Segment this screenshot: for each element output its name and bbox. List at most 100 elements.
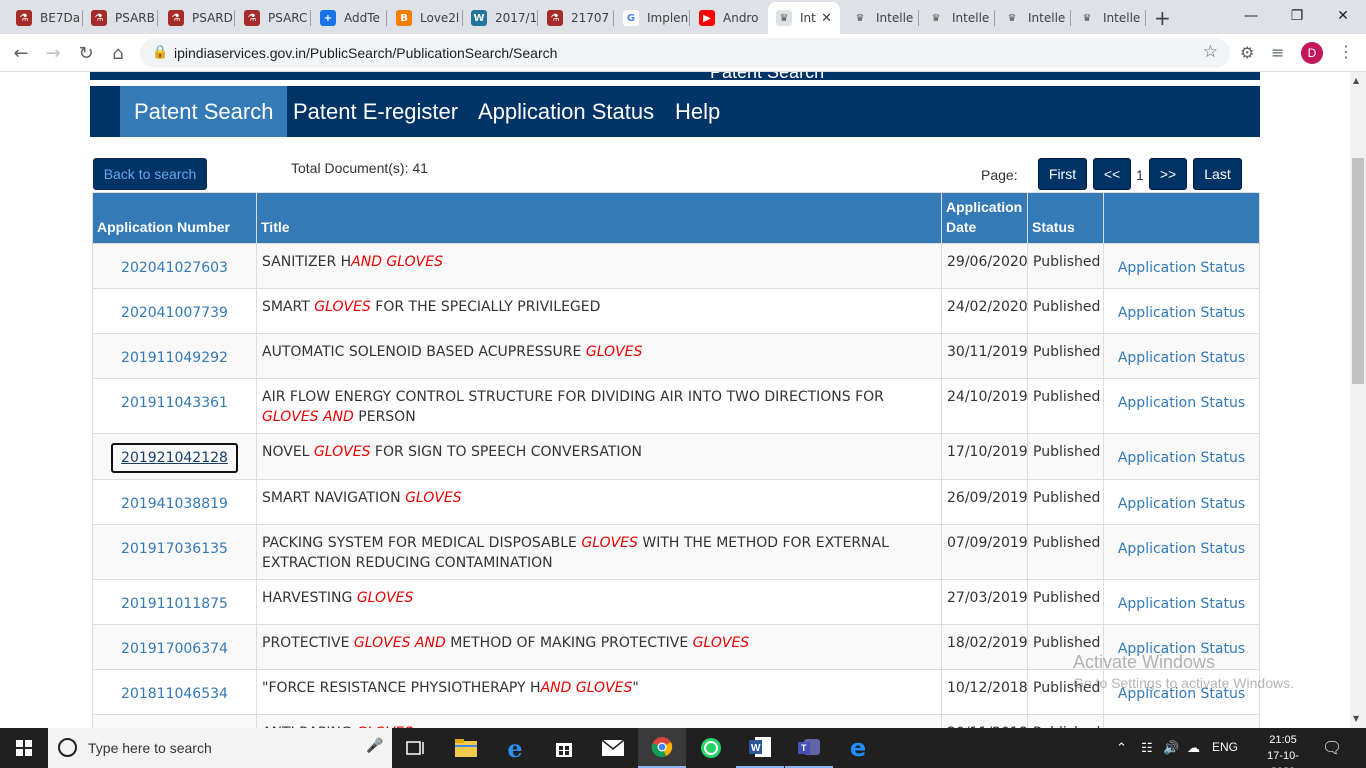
title-cell: AIR FLOW ENERGY CONTROL STRUCTURE FOR DI… (256, 378, 942, 434)
browser-menu-icon[interactable]: ⋮ (1338, 42, 1354, 61)
title-text: AUTOMATIC SOLENOID BASED ACUPRESSURE (262, 344, 586, 360)
back-to-search-button[interactable]: Back to search (93, 158, 207, 190)
application-number-cell: 202041027603 (92, 243, 257, 289)
browser-tab[interactable]: ⚗ BE7Da (8, 4, 83, 32)
scroll-down-arrow-icon[interactable]: ▼ (1353, 714, 1359, 723)
volume-icon[interactable]: 🔊 (1163, 740, 1179, 756)
application-status-link[interactable]: Application Status (1118, 350, 1245, 366)
bookmark-star-icon[interactable]: ☆ (1203, 42, 1218, 62)
main-navigation: Patent Search Patent E-register Applicat… (90, 86, 1260, 137)
file-explorer-icon[interactable] (442, 728, 490, 768)
next-page-button[interactable]: >> (1149, 158, 1187, 190)
new-tab-button[interactable]: + (1154, 6, 1171, 30)
application-status-link[interactable]: Application Status (1118, 305, 1245, 321)
taskbar-clock[interactable]: 21:05 17-10-2020 (1258, 732, 1308, 768)
windows-start-icon[interactable] (0, 728, 48, 768)
home-icon[interactable]: ⌂ (105, 40, 131, 66)
browser-tab-active[interactable]: ♛ Int ✕ (768, 2, 840, 34)
application-status-link[interactable]: Application Status (1118, 541, 1245, 557)
back-arrow-icon[interactable]: ← (8, 40, 34, 66)
reload-icon[interactable]: ↻ (73, 40, 99, 66)
close-tab-icon[interactable]: ✕ (821, 11, 832, 26)
onedrive-icon[interactable]: ☁ (1187, 740, 1200, 756)
mail-icon[interactable] (589, 728, 637, 768)
application-number-link[interactable]: 201911043361 (121, 395, 228, 411)
application-date-cell: 18/02/2019 (941, 624, 1028, 670)
application-status-link[interactable]: Application Status (1118, 395, 1245, 411)
browser-tab[interactable]: G Implen (615, 4, 690, 32)
network-icon[interactable]: ☷ (1141, 740, 1153, 756)
browser-tab[interactable]: + AddTe (312, 4, 387, 32)
application-status-link[interactable]: Application Status (1118, 260, 1245, 276)
profile-avatar[interactable]: D (1301, 42, 1323, 64)
browser-tab[interactable]: ⚗ PSARC (236, 4, 311, 32)
application-status-cell: Application Status (1103, 433, 1260, 480)
lock-icon[interactable]: 🔒 (152, 45, 168, 60)
task-view-icon[interactable] (392, 728, 440, 768)
application-status-link[interactable]: Application Status (1118, 596, 1245, 612)
status-cell: Published (1027, 378, 1104, 434)
highlighted-term: AND GLOVES (540, 680, 633, 696)
browser-tab[interactable]: ⚗ PSARB (83, 4, 158, 32)
microsoft-word-icon[interactable]: W (736, 728, 784, 768)
internet-explorer-icon[interactable]: e (491, 728, 539, 768)
browser-tab-label: Intelle (876, 11, 914, 25)
gov-emblem-icon: ⚗ (244, 10, 260, 26)
title-cell: SMART GLOVES FOR THE SPECIALLY PRIVILEGE… (256, 288, 942, 334)
application-status-link[interactable]: Application Status (1118, 450, 1245, 466)
taskbar-search-box[interactable]: Type here to search 🎤 (48, 728, 392, 768)
browser-tab[interactable]: ♛ Intelle (996, 4, 1071, 32)
whatsapp-icon[interactable] (687, 728, 735, 768)
show-hidden-icons-chevron-icon[interactable]: ⌃ (1116, 740, 1127, 756)
scrollbar-thumb[interactable] (1352, 158, 1364, 384)
application-number-link[interactable]: 201921042128 (111, 443, 238, 473)
maximize-button[interactable]: ❐ (1274, 0, 1320, 32)
edge-icon[interactable]: e (834, 728, 882, 768)
browser-tab[interactable]: B Love2l (388, 4, 463, 32)
application-number-link[interactable]: 201911049292 (121, 350, 228, 366)
title-text: "FORCE RESISTANCE PHYSIOTHERAPY H (262, 680, 541, 696)
scroll-up-arrow-icon[interactable]: ▲ (1353, 76, 1359, 85)
forward-arrow-icon[interactable]: → (40, 40, 66, 66)
application-number-link[interactable]: 202041027603 (121, 260, 228, 276)
address-bar[interactable]: 🔒 ipindiaservices.gov.in/PublicSearch/Pu… (140, 38, 1230, 68)
close-window-button[interactable]: ✕ (1320, 0, 1366, 32)
application-number-link[interactable]: 201941038819 (121, 496, 228, 512)
microphone-icon[interactable]: 🎤 (366, 738, 383, 754)
browser-tab[interactable]: ♛ Intelle (920, 4, 995, 32)
browser-tab[interactable]: ♛ Intelle (1071, 4, 1146, 32)
microsoft-teams-icon[interactable]: T (785, 728, 833, 768)
browser-tab[interactable]: ⚗ PSARD (160, 4, 235, 32)
first-page-button[interactable]: First (1038, 158, 1087, 190)
browser-tab[interactable]: ⚗ 21707 (539, 4, 614, 32)
application-number-link[interactable]: 201917006374 (121, 641, 228, 657)
highlighted-term: GLOVES (405, 490, 462, 506)
application-number-link[interactable]: 201811046534 (121, 686, 228, 702)
title-text: SMART NAVIGATION (262, 490, 406, 506)
browser-tab[interactable]: ♛ Intelle (844, 4, 919, 32)
last-page-button[interactable]: Last (1193, 158, 1242, 190)
application-status-link[interactable]: Application Status (1118, 496, 1245, 512)
nav-patent-search[interactable]: Patent Search (120, 86, 288, 137)
reading-list-icon[interactable]: ≡ (1271, 43, 1284, 62)
microsoft-store-icon[interactable] (540, 728, 588, 768)
nav-patent-e-register[interactable]: Patent E-register (293, 86, 458, 137)
previous-page-button[interactable]: << (1093, 158, 1131, 190)
page-scrollbar[interactable]: ▲ ▼ (1350, 72, 1366, 728)
minimize-button[interactable]: — (1228, 0, 1274, 32)
language-indicator[interactable]: ENG (1212, 740, 1238, 754)
chrome-icon[interactable] (638, 728, 686, 768)
extensions-icon[interactable]: ⚙ (1240, 43, 1254, 62)
nav-help[interactable]: Help (675, 86, 720, 137)
browser-tab[interactable]: W 2017/1 (463, 4, 538, 32)
browser-tab[interactable]: ▶ Andro (691, 4, 766, 32)
taskbar-search-placeholder[interactable]: Type here to search (88, 740, 212, 756)
action-center-icon[interactable]: 🗨 (1322, 738, 1342, 757)
application-number-link[interactable]: 201917036135 (121, 541, 228, 557)
application-number-link[interactable]: 201911011875 (121, 596, 228, 612)
browser-tab-label: Intelle (952, 11, 990, 25)
browser-tab-label: 2017/1 (495, 11, 538, 25)
nav-application-status[interactable]: Application Status (478, 86, 654, 137)
application-number-link[interactable]: 202041007739 (121, 305, 228, 321)
url-text[interactable]: ipindiaservices.gov.in/PublicSearch/Publ… (174, 45, 557, 61)
